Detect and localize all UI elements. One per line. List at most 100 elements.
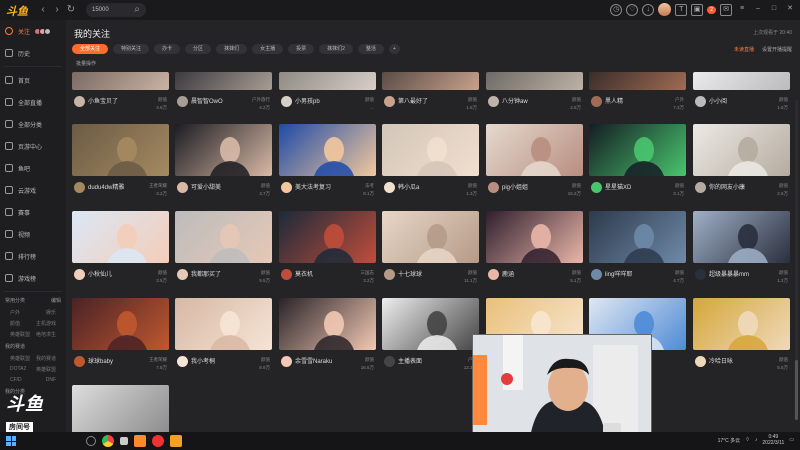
stream-card[interactable]: 鹿涵 颜值 5.1万 <box>486 211 583 297</box>
stream-card[interactable]: 你的网友小康 颜值 2.6万 <box>693 124 790 210</box>
category-link[interactable]: DOTA2 <box>10 366 26 373</box>
stream-thumbnail[interactable] <box>72 211 169 263</box>
streamer-name[interactable]: 主播表面 <box>398 356 453 365</box>
stream-thumbnail[interactable] <box>279 298 376 350</box>
gift-icon[interactable]: ▣ <box>691 3 704 16</box>
filter-chip[interactable]: 特别关注 <box>113 44 150 54</box>
streamer-name[interactable]: 小鱼宝贝了 <box>88 96 143 105</box>
streamer-avatar[interactable] <box>695 356 706 367</box>
streamer-avatar[interactable] <box>695 182 706 193</box>
streamer-name[interactable]: 小小阅 <box>709 96 764 105</box>
sidebar-item[interactable]: 页游中心 <box>0 135 66 157</box>
sidebar-item[interactable]: 全部直播 <box>0 91 66 113</box>
history-icon[interactable]: ◷ <box>610 3 623 16</box>
game-app-icon[interactable] <box>170 435 182 447</box>
streamer-name[interactable]: 可爱小甜美 <box>191 182 246 191</box>
filter-chip[interactable]: 抹抹们 <box>216 44 248 54</box>
streamer-name[interactable]: 超级暴暴暴mm <box>709 269 764 278</box>
section-edit-link[interactable]: 编辑 <box>51 297 61 304</box>
streamer-avatar[interactable] <box>74 182 85 193</box>
stream-card[interactable]: 主播表面户外12.2万 <box>382 298 479 384</box>
scrollbar-track[interactable] <box>795 100 798 400</box>
forward-icon[interactable]: › <box>50 3 64 17</box>
streamer-name[interactable]: dudu4dw精雅 <box>88 182 143 191</box>
stream-thumbnail[interactable] <box>693 298 790 350</box>
stream-card[interactable]: 小小阅 颜值 1.5万 <box>693 72 790 124</box>
streamer-avatar[interactable] <box>591 269 602 280</box>
streamer-avatar[interactable] <box>384 269 395 280</box>
streamer-name[interactable]: 球球baby <box>88 356 143 365</box>
category-link[interactable]: CF/D <box>10 377 22 383</box>
stream-card[interactable]: 我都那买了 颜值 9.5万 <box>175 211 272 297</box>
sidebar-item[interactable]: 视频 <box>0 223 66 245</box>
stream-card[interactable]: 余雪雪Naraku 颜值 16.5万 <box>279 298 376 384</box>
stream-thumbnail[interactable] <box>279 72 376 90</box>
stream-card[interactable]: 晨智智OwO 户外旅行 4.2万 <box>175 72 272 124</box>
stream-thumbnail[interactable] <box>693 211 790 263</box>
stream-card[interactable]: 我小考桐 颜值 8.9万 <box>175 298 272 384</box>
stream-card[interactable]: dudu4dw精雅 王者荣耀 3.2万 <box>72 124 169 210</box>
streamer-avatar[interactable] <box>177 96 188 107</box>
category-link[interactable]: 主机游戏 <box>36 320 56 327</box>
notification-badge[interactable]: 2 <box>707 5 716 14</box>
stream-thumbnail[interactable] <box>175 124 272 176</box>
streamer-avatar[interactable] <box>591 96 602 107</box>
clock[interactable]: 0:49 2022/3/11 <box>762 434 784 446</box>
stream-thumbnail[interactable] <box>382 211 479 263</box>
streamer-name[interactable]: 小秋仙儿 <box>88 269 143 278</box>
network-icon[interactable]: ⌔ <box>745 437 750 443</box>
category-link[interactable]: 户外 <box>10 309 20 316</box>
volume-icon[interactable]: ♪ <box>755 437 758 443</box>
stream-thumbnail[interactable] <box>72 124 169 176</box>
filter-chip[interactable]: 办卡 <box>154 44 181 54</box>
stream-thumbnail[interactable] <box>382 124 479 176</box>
stream-thumbnail[interactable] <box>486 211 583 263</box>
stream-card[interactable]: 八分钟aw 颜值 2.5万 <box>486 72 583 124</box>
streamer-name[interactable]: pig小姐姐 <box>502 182 557 191</box>
minimize-icon[interactable]: – <box>752 4 764 16</box>
streamer-name[interactable]: 莫衣机 <box>295 269 350 278</box>
streamer-avatar[interactable] <box>488 269 499 280</box>
stream-thumbnail[interactable] <box>175 211 272 263</box>
sidebar-item[interactable]: 云游戏 <box>0 179 66 201</box>
stream-thumbnail[interactable] <box>382 298 479 350</box>
streamer-name[interactable]: 我小考桐 <box>191 356 246 365</box>
streamer-avatar[interactable] <box>74 356 85 367</box>
sidebar-item[interactable]: 历史 <box>0 42 66 64</box>
search-icon[interactable]: ⌕ <box>130 3 144 17</box>
stream-card[interactable]: 球球baby 王者荣耀 7.8万 <box>72 298 169 384</box>
batch-operation-link[interactable]: 批量操作 <box>76 60 96 67</box>
streamer-avatar[interactable] <box>74 269 85 280</box>
streamer-avatar[interactable] <box>384 96 395 107</box>
stream-card[interactable]: 美大法考复习 法考 8.1万 <box>279 124 376 210</box>
maximize-icon[interactable]: □ <box>768 4 780 16</box>
streamer-name[interactable]: 第八最好了 <box>398 96 453 105</box>
stream-thumbnail[interactable] <box>589 211 686 263</box>
stream-thumbnail[interactable] <box>589 124 686 176</box>
streamer-avatar[interactable] <box>281 269 292 280</box>
filter-chip[interactable]: 抹抹们2 <box>319 44 353 54</box>
stream-card[interactable]: pig小姐姐 颜值 16.2万 <box>486 124 583 210</box>
streamer-avatar[interactable] <box>281 356 292 367</box>
streamer-avatar[interactable] <box>74 96 85 107</box>
stream-thumbnail[interactable] <box>175 298 272 350</box>
streamer-name[interactable]: 我都那买了 <box>191 269 246 278</box>
stream-thumbnail[interactable] <box>693 72 790 90</box>
filter-chip[interactable]: 全部关注 <box>72 44 109 54</box>
streamer-avatar[interactable] <box>384 182 395 193</box>
user-avatar[interactable] <box>658 3 672 16</box>
streamer-avatar[interactable] <box>177 356 188 367</box>
streamer-avatar[interactable] <box>488 96 499 107</box>
windows-start-icon[interactable] <box>6 436 16 446</box>
stream-card[interactable]: 莫衣机 三国志 3.2万 <box>279 211 376 297</box>
streamer-name[interactable]: 韩小瓜a <box>398 182 453 191</box>
category-link[interactable]: 娱乐 <box>46 309 56 316</box>
stream-thumbnail[interactable] <box>693 124 790 176</box>
category-link[interactable]: 英雄联盟 <box>10 331 30 338</box>
stream-card[interactable]: 超级暴暴暴mm 颜值 1.2万 <box>693 211 790 297</box>
streamer-name[interactable]: 余雪雪Naraku <box>295 356 350 365</box>
stream-thumbnail[interactable] <box>486 72 583 90</box>
filter-chip[interactable]: 投票 <box>288 44 315 54</box>
streamer-name[interactable]: 八分钟aw <box>502 96 557 105</box>
taskview-icon[interactable] <box>120 437 128 445</box>
